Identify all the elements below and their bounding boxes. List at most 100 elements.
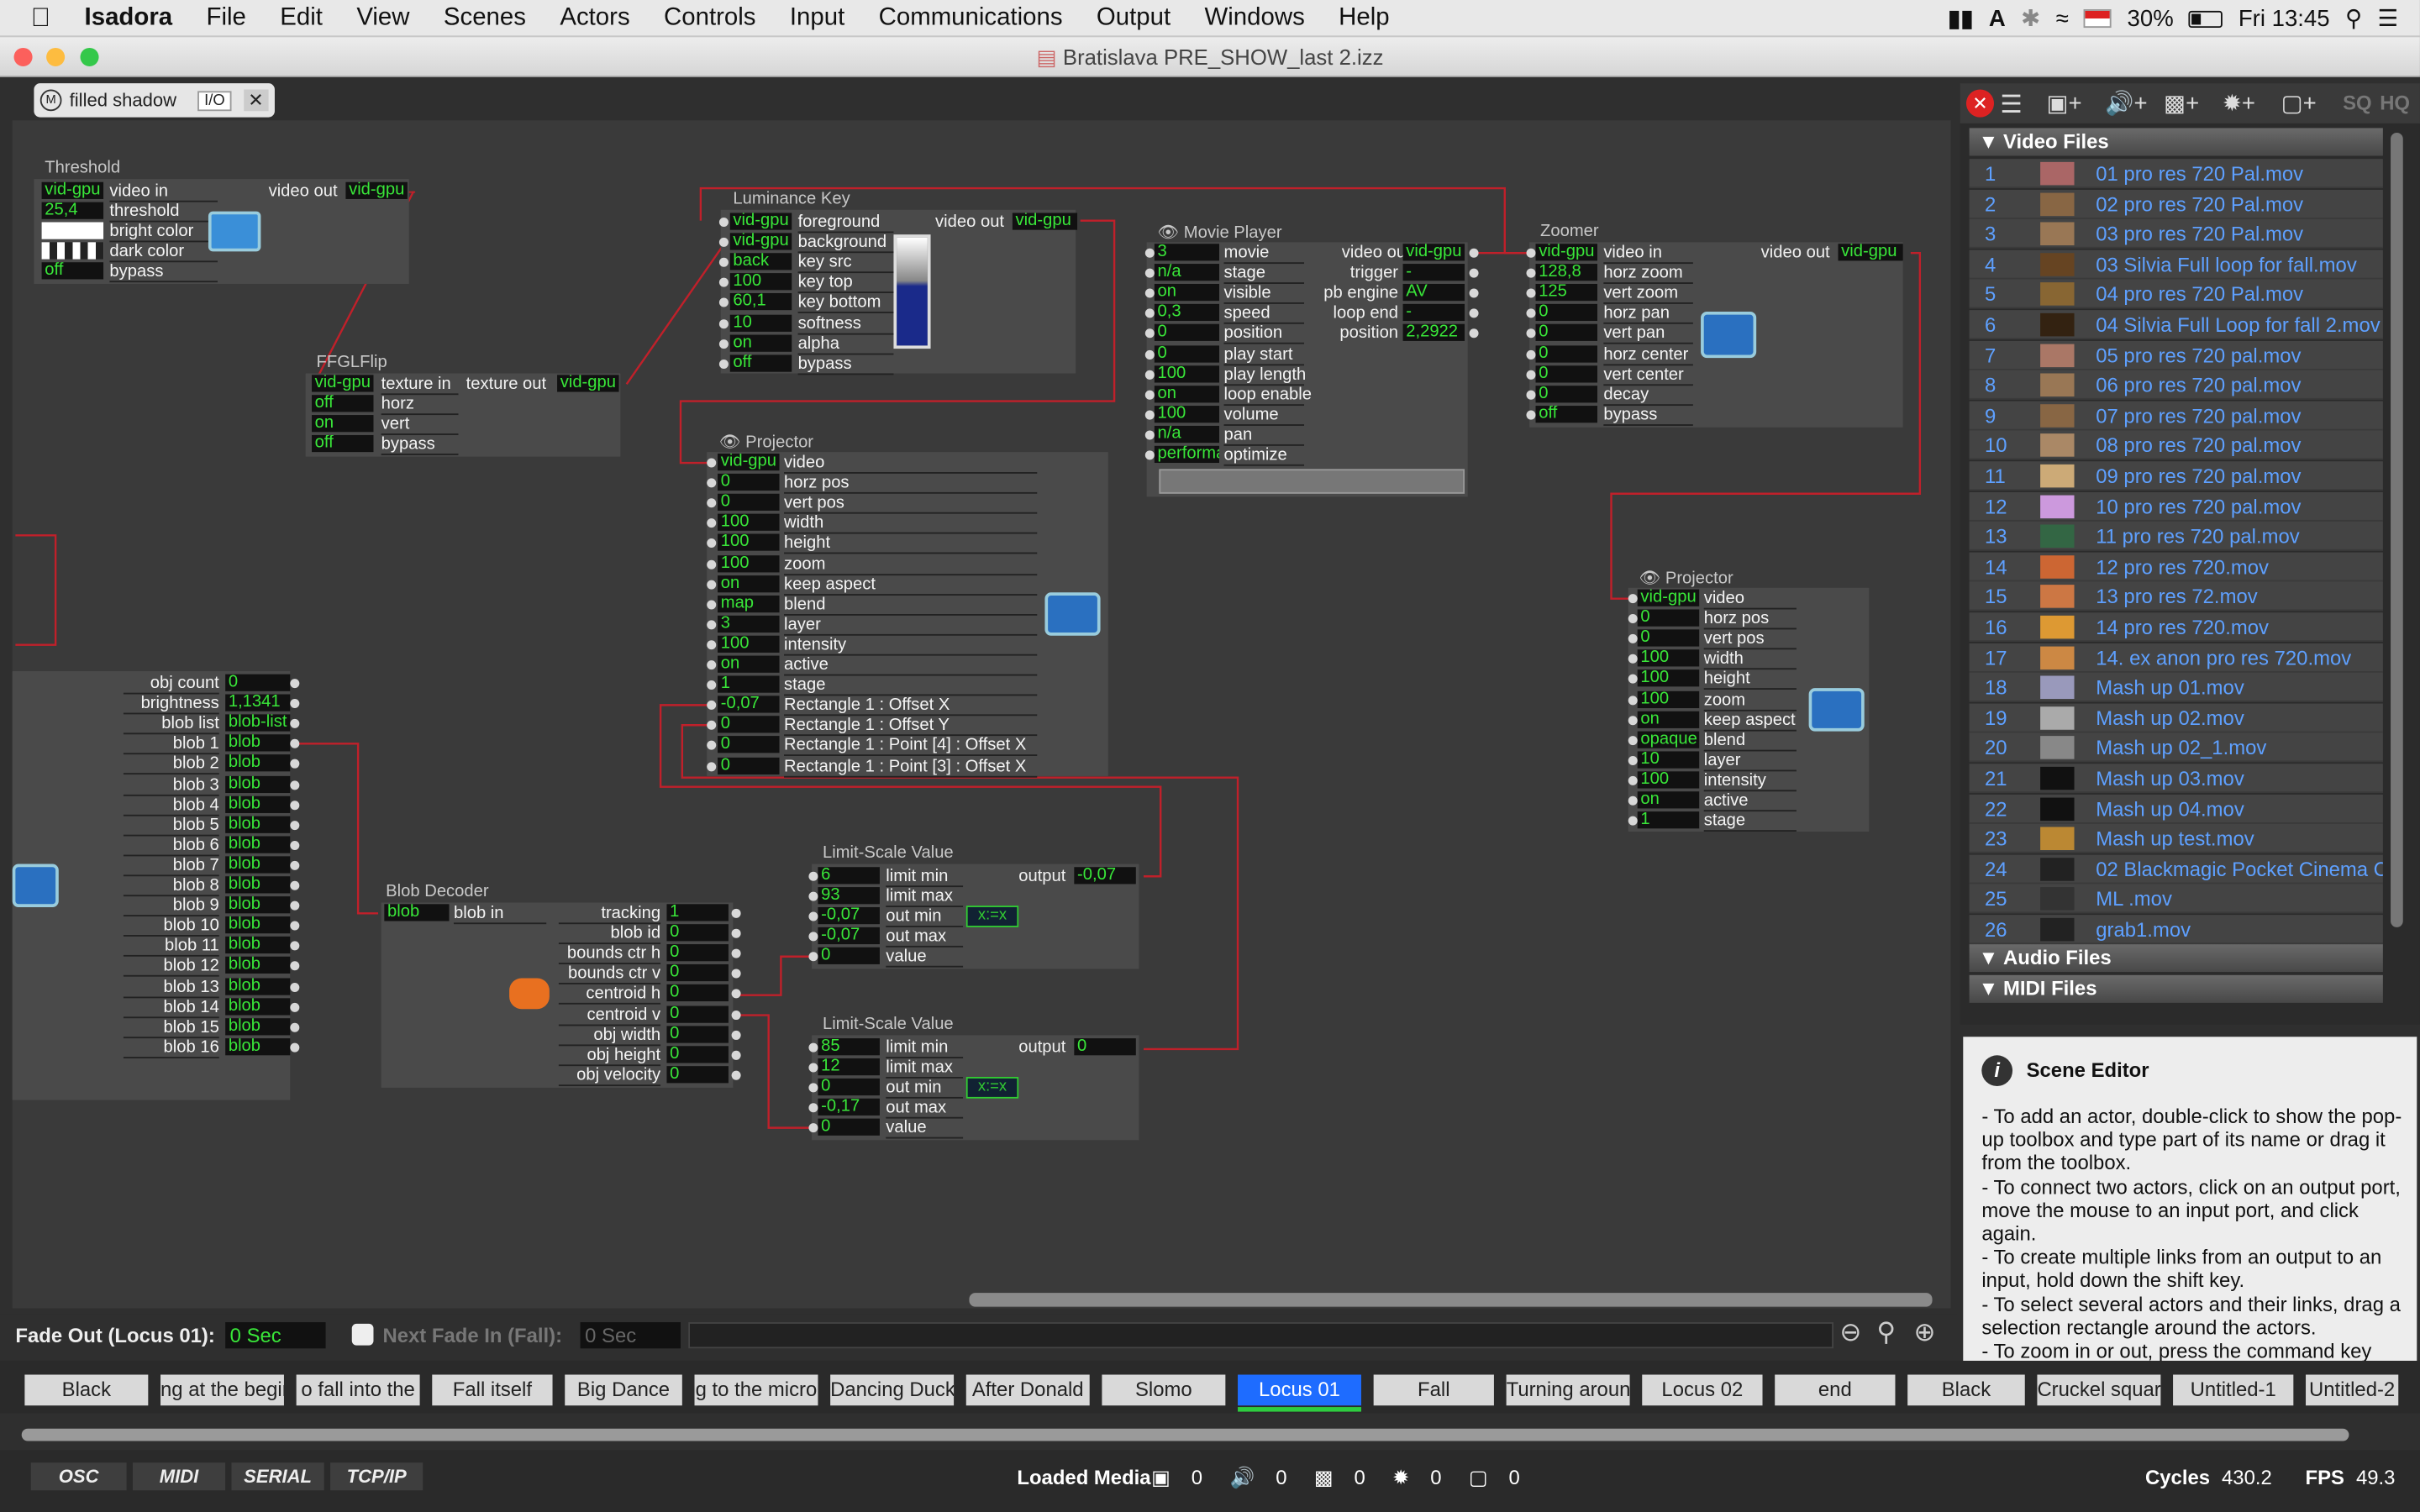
fglflip-title[interactable]: FFGLFlip [317,354,387,372]
blob-decoder-output[interactable]: 0 [666,1025,729,1042]
disclosure-triangle-icon[interactable]: ▼ [1979,975,1999,1003]
media-list-item[interactable]: 20 Mash up 02_1.mov [1969,733,2383,764]
output-port[interactable] [290,860,300,870]
movie-output-value[interactable]: 2,2922 [1402,324,1465,342]
input-port[interactable] [1144,349,1155,360]
bluetooth-icon[interactable]: ✱ [2021,5,2040,32]
close-media-icon[interactable]: ✕ [1965,89,1995,118]
blob-output-value[interactable]: blob [225,856,291,874]
projector1-input-value[interactable]: -0,07 [718,696,780,713]
movie-input-value[interactable]: n/a [1154,425,1219,443]
input-port[interactable] [1628,755,1638,765]
movie-output-value[interactable]: - [1402,304,1465,322]
lsv2-input-value[interactable]: 12 [818,1058,880,1076]
input-port[interactable] [1144,370,1155,380]
lumakey-input-value[interactable]: on [729,333,792,352]
projector1-input-value[interactable]: 100 [718,534,780,552]
threshold-video-in[interactable]: vid-gpu [41,181,104,199]
lumakey-video-out[interactable]: vid-gpu [1012,213,1078,230]
lsv2-title[interactable]: Limit-Scale Value [823,1016,954,1034]
blob-decoder-output[interactable]: 0 [666,944,729,962]
input-port[interactable] [1144,430,1155,440]
projector1-input-value[interactable]: 100 [718,554,780,572]
movie-output-value[interactable]: AV [1402,284,1465,302]
blob-output-value[interactable]: blob [225,1037,291,1055]
input-port[interactable] [1628,594,1638,604]
input-port[interactable] [707,579,717,589]
zoom-reset-icon[interactable]: ⚲ [1876,1318,1896,1349]
scene-button[interactable]: Black [24,1374,149,1406]
menu-controls[interactable]: Controls [647,4,773,32]
adobe-icon[interactable]: A [1989,5,2006,31]
blob-decoder-output[interactable]: 0 [666,1005,729,1022]
projector1-input-value[interactable]: 0 [718,494,780,512]
menu-output[interactable]: Output [1080,4,1188,32]
lsv2-input-value[interactable]: 0 [818,1119,880,1137]
midi-button[interactable]: MIDI [132,1462,226,1491]
output-port[interactable] [290,1022,300,1032]
projector1-input-value[interactable]: 100 [718,514,780,532]
zoom-out-icon[interactable]: ⊖ [1839,1318,1861,1349]
menu-edit[interactable]: Edit [263,4,339,32]
scene-button[interactable]: ng at the begin [160,1374,284,1406]
menu-communications[interactable]: Communications [861,4,1079,32]
midi-files-section[interactable]: ▼ MIDI Files [1969,974,2383,1003]
audio-files-section[interactable]: ▼ Audio Files [1969,944,2383,973]
hq-button[interactable]: HQ [2380,91,2410,114]
osc-button[interactable]: OSC [30,1462,127,1491]
projector2-input-value[interactable]: 0 [1637,609,1700,627]
scene-button[interactable]: Fall itself [432,1374,553,1406]
input-port[interactable] [1144,410,1155,420]
media-list-item[interactable]: 26 grab1.mov [1969,915,2383,945]
app-icon[interactable]: ▮▮ [1948,5,1973,32]
blob-decoder-output[interactable]: 0 [666,964,729,982]
zoomer-input-value[interactable]: 0 [1535,324,1597,342]
projector2-input-value[interactable]: 100 [1637,649,1700,667]
input-port[interactable] [1526,349,1536,360]
input-port[interactable] [1628,795,1638,806]
scene-scrollbar[interactable] [21,1428,2349,1441]
lumakey-title[interactable]: Luminance Key [733,190,850,208]
fglflip-horz[interactable]: off [312,395,374,412]
input-port[interactable] [718,339,729,349]
movie-player-title[interactable]: 👁 Movie Player [1158,222,1282,242]
lsv2-input-value[interactable]: -0,17 [818,1099,880,1116]
media-list-item[interactable]: 9 07 pro res 720 pal.mov [1969,401,2383,431]
scene-button[interactable]: After Donald [965,1374,1090,1406]
media-list-item[interactable]: 13 11 pro res 720 pal.mov [1969,522,2383,552]
menu-scenes[interactable]: Scenes [427,4,543,32]
unlink-icon[interactable]: ☰ [2000,90,2022,121]
lumakey-input-value[interactable]: 60,1 [729,293,792,311]
media-list-item[interactable]: 11 09 pro res 720 pal.mov [1969,461,2383,491]
input-port[interactable] [707,761,717,771]
input-port[interactable] [707,640,717,650]
sq-button[interactable]: SQ [2343,91,2372,114]
media-list-item[interactable]: 23 Mash up test.mov [1969,824,2383,854]
scene-button[interactable]: Slomo [1102,1374,1226,1406]
projector2-input-value[interactable]: on [1637,710,1700,728]
output-port[interactable] [290,780,300,790]
input-port[interactable] [1526,410,1536,420]
bright-color-swatch[interactable] [41,222,104,239]
scene-button[interactable]: Cruckel square [2037,1374,2161,1406]
add-audio-icon[interactable]: 🔊+ [2105,90,2147,117]
media-scrollbar[interactable] [2391,132,2403,927]
blob-decoder-title[interactable]: Blob Decoder [386,883,488,901]
lsv1-input-value[interactable]: 0 [818,948,880,965]
close-window-button[interactable] [13,47,33,66]
media-list-item[interactable]: 10 08 pro res 720 pal.mov [1969,431,2383,461]
scene-button[interactable]: o fall into the [296,1374,420,1406]
media-list-item[interactable]: 12 10 pro res 720 pal.mov [1969,491,2383,522]
menu-view[interactable]: View [339,4,427,32]
apple-icon[interactable]:  [0,3,67,34]
eye-icon[interactable]: 👁 [1639,570,1661,588]
media-list-item[interactable]: 15 13 pro res 72.mov [1969,582,2383,612]
output-port[interactable] [290,982,300,992]
fade-out-value[interactable]: 0 Sec [225,1322,326,1349]
lumakey-input-value[interactable]: off [729,354,792,372]
scene-button[interactable]: end [1775,1374,1896,1406]
fglflip-texture-out[interactable]: vid-gpu [557,375,619,392]
lsv1-input-value[interactable]: 6 [818,867,880,885]
threshold-bypass[interactable]: off [41,262,104,280]
media-list-item[interactable]: 19 Mash up 02.mov [1969,703,2383,733]
